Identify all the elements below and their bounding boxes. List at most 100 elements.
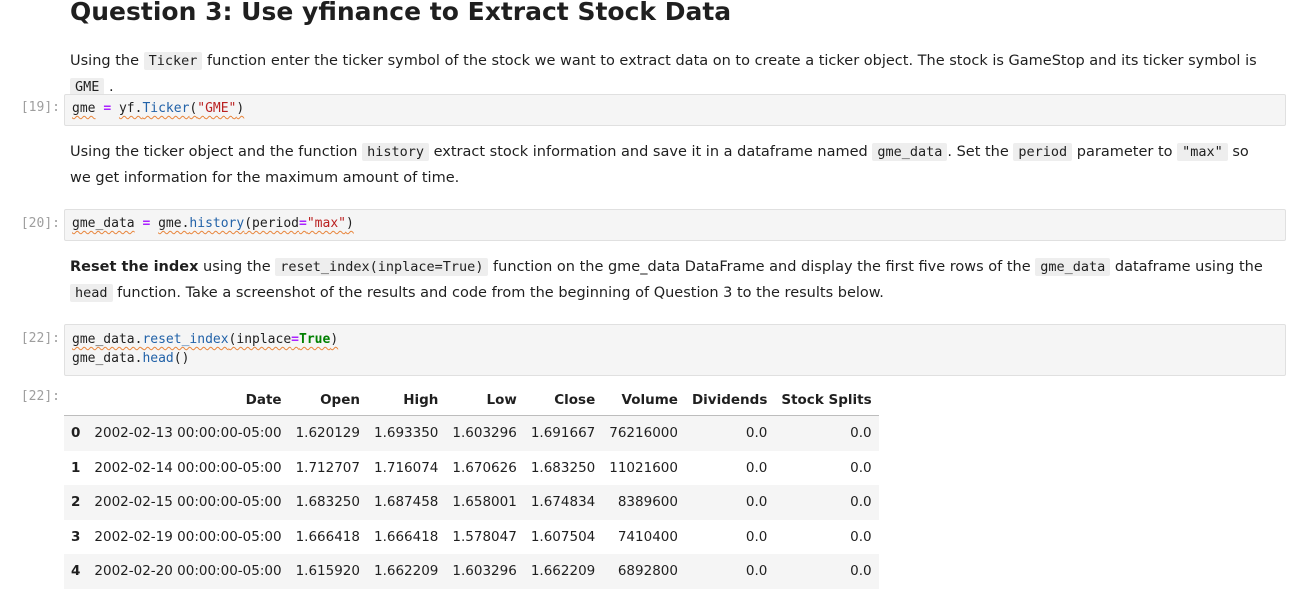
md-text: function enter the ticker symbol of the …: [202, 53, 1257, 69]
code-token: gme_data.reset_index(inplace=True): [72, 332, 339, 347]
row-index: 0: [71, 425, 81, 442]
table-cell: 1.687458: [373, 494, 439, 511]
code-token: gme.history(period="max"): [158, 216, 354, 231]
inline-code: "max": [1177, 143, 1228, 161]
column-header: [64, 385, 88, 416]
dataframe-output: Date Open High Low Close Volume Dividend…: [64, 385, 879, 589]
table-cell: 1.693350: [373, 425, 439, 442]
table-cell: 2002-02-19 00:00:00-05:00: [94, 528, 282, 545]
code-token: gme_data: [72, 216, 135, 231]
inline-code: Ticker: [143, 52, 203, 70]
row-index: 3: [71, 528, 81, 545]
table-row: 4 2002-02-20 00:00:00-05:00 1.615920 1.6622…: [64, 554, 879, 589]
inline-code: history: [362, 143, 429, 161]
table-row: 1 2002-02-14 00:00:00-05:00 1.712707 1.7160…: [64, 451, 879, 486]
code-token: gme_data.head(): [72, 351, 190, 366]
table-cell: 1.578047: [452, 528, 517, 545]
table-cell: 2002-02-15 00:00:00-05:00: [94, 494, 282, 511]
cell-prompt: [19]:: [20, 100, 60, 115]
table-cell: 1.691667: [530, 425, 596, 442]
table-cell: 2002-02-14 00:00:00-05:00: [94, 459, 282, 476]
inline-code: gme_data: [1035, 258, 1111, 276]
column-header: Stock Splits: [774, 385, 879, 416]
inline-code: head: [70, 284, 113, 302]
code-cell-22[interactable]: gme_data.reset_index(inplace=True) gme_d…: [64, 324, 1286, 376]
code-token: yf.Ticker("GME"): [118, 101, 245, 116]
table-cell: 76216000: [609, 425, 678, 442]
md-text: Using the ticker object and the function: [70, 144, 363, 160]
table-cell: 1.603296: [452, 425, 517, 442]
cell-prompt: [20]:: [20, 216, 60, 231]
row-index: 2: [71, 494, 81, 511]
table-cell: 1.658001: [452, 494, 517, 511]
inline-code: gme_data: [872, 143, 948, 161]
code-token: =: [142, 216, 151, 231]
table-cell: 1.662209: [373, 563, 439, 580]
md-text: parameter to: [1072, 144, 1178, 160]
table-cell: 0.0: [745, 528, 768, 545]
md-text: Using the: [70, 53, 144, 69]
md-text: function on the gme_data DataFrame and d…: [488, 259, 1036, 275]
table-row: 3 2002-02-19 00:00:00-05:00 1.666418 1.6664…: [64, 520, 879, 555]
table-cell: 2002-02-13 00:00:00-05:00: [94, 425, 282, 442]
table-cell: 11021600: [609, 459, 678, 476]
markdown-cell-reset-index[interactable]: Reset the index using the reset_index(in…: [70, 254, 1270, 306]
section-heading: Question 3: Use yfinance to Extract Stoc…: [70, 0, 732, 26]
column-header: Volume: [602, 385, 685, 416]
table-cell: 1.716074: [373, 459, 439, 476]
code-cell-20[interactable]: gme_data = gme.history(period="max"): [64, 209, 1286, 241]
md-text: extract stock information and save it in…: [429, 144, 873, 160]
table-cell: 1.674834: [530, 494, 596, 511]
markdown-cell-history[interactable]: Using the ticker object and the function…: [70, 139, 1270, 191]
table-cell: 1.683250: [295, 494, 360, 511]
row-index: 1: [71, 459, 81, 476]
column-header: Dividends: [684, 385, 775, 416]
code-token: gme: [72, 101, 96, 116]
table-cell: 1.712707: [295, 459, 360, 476]
md-text: . Set the: [947, 144, 1014, 160]
table-cell: 0.0: [850, 528, 872, 545]
output-prompt: [22]:: [20, 389, 60, 404]
markdown-cell-ticker[interactable]: Using the Ticker function enter the tick…: [70, 48, 1270, 100]
column-header: Date: [87, 385, 289, 416]
inline-code: reset_index(inplace=True): [275, 258, 489, 276]
row-index: 4: [71, 563, 81, 580]
table-cell: 0.0: [745, 563, 768, 580]
table-cell: 1.615920: [295, 563, 360, 580]
inline-code: period: [1013, 143, 1073, 161]
table-cell: 1.666418: [295, 528, 360, 545]
md-text: function. Take a screenshot of the resul…: [112, 285, 884, 301]
md-text: .: [104, 79, 114, 95]
table-row: 0 2002-02-13 00:00:00-05:00 1.620129 1.6933…: [64, 415, 879, 451]
table-cell: 0.0: [745, 459, 768, 476]
md-bold-text: Reset the index: [70, 259, 199, 275]
table-cell: 0.0: [850, 425, 872, 442]
table-cell: 1.670626: [452, 459, 517, 476]
md-text: dataframe using the: [1110, 259, 1263, 275]
table-cell: 6892800: [617, 563, 678, 580]
column-header: High: [366, 385, 446, 416]
code-cell-19[interactable]: gme = yf.Ticker("GME"): [64, 94, 1286, 126]
table-cell: 0.0: [745, 425, 768, 442]
column-header: Open: [288, 385, 367, 416]
table-header-row: Date Open High Low Close Volume Dividend…: [64, 385, 879, 416]
table-cell: 7410400: [617, 528, 678, 545]
table-cell: 8389600: [617, 494, 678, 511]
md-text: using the: [198, 259, 276, 275]
table-cell: 1.607504: [530, 528, 596, 545]
table-cell: 0.0: [850, 563, 872, 580]
table-row: 2 2002-02-15 00:00:00-05:00 1.683250 1.6874…: [64, 485, 879, 520]
table-cell: 0.0: [850, 494, 872, 511]
table-cell: 1.620129: [295, 425, 360, 442]
column-header: Low: [445, 385, 524, 416]
cell-prompt: [22]:: [20, 331, 60, 346]
code-token: =: [103, 101, 112, 116]
table-cell: 0.0: [850, 459, 872, 476]
table-cell: 2002-02-20 00:00:00-05:00: [94, 563, 282, 580]
table-cell: 1.683250: [530, 459, 596, 476]
column-header: Close: [523, 385, 603, 416]
table-cell: 0.0: [745, 494, 768, 511]
table-cell: 1.603296: [452, 563, 517, 580]
table-cell: 1.666418: [373, 528, 439, 545]
table-cell: 1.662209: [530, 563, 596, 580]
